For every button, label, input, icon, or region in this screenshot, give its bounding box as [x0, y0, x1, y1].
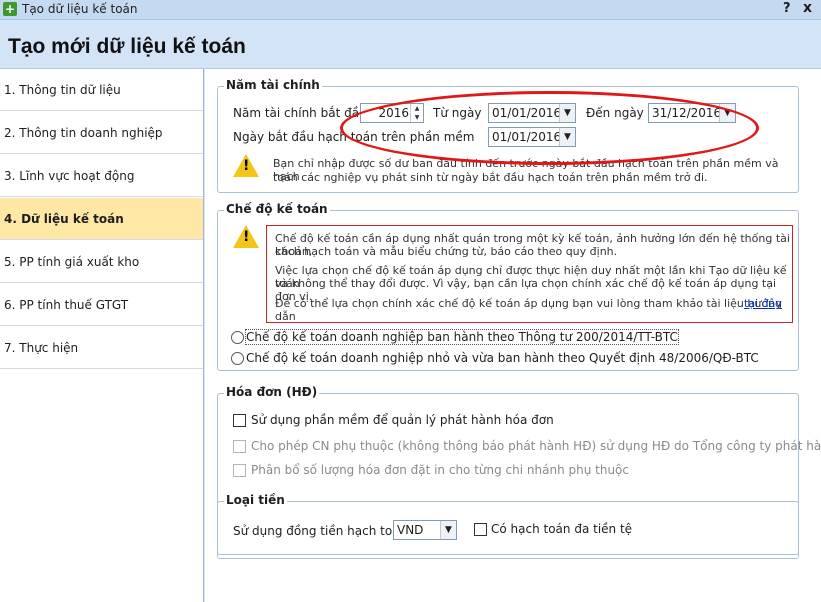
sidebar-item-company-info[interactable]: 2. Thông tin doanh nghiệp — [0, 112, 203, 154]
wizard-sidebar: 1. Thông tin dữ liệu 2. Thông tin doanh … — [0, 69, 204, 602]
accounting-regime-legend: Chế độ kế toán — [224, 202, 330, 216]
sidebar-item-vat-method[interactable]: 6. PP tính thuế GTGT — [0, 284, 203, 326]
guide-link[interactable]: tại đây — [744, 297, 782, 310]
regime-option-tt200[interactable]: Chế độ kế toán doanh nghiệp ban hành the… — [245, 329, 679, 345]
fiscal-year-legend: Năm tài chính — [224, 78, 322, 92]
currency-legend: Loại tiền — [224, 493, 287, 507]
multi-currency-label[interactable]: Có hạch toán đa tiền tệ — [491, 522, 632, 536]
currency-group: Loại tiền Sử dụng đồng tiền hạch toán VN… — [217, 493, 799, 559]
regime-radio-tt200[interactable] — [231, 331, 244, 344]
page-header: Tạo mới dữ liệu kế toán — [0, 20, 821, 69]
regime-warning-line2: cách hạch toán và mẫu biểu chứng từ, báo… — [275, 245, 618, 258]
multi-currency-checkbox[interactable] — [474, 523, 487, 536]
branch-invoice-checkbox[interactable] — [233, 440, 246, 453]
branch-invoice-label[interactable]: Cho phép CN phụ thuộc (không thông báo p… — [251, 439, 821, 453]
highlight-ellipse — [340, 91, 759, 165]
allocate-invoice-checkbox[interactable] — [233, 464, 246, 477]
window-titlebar: + Tạo dữ liệu kế toán ? x — [0, 0, 821, 20]
main-panel: Năm tài chính Năm tài chính bắt đầu 2016… — [205, 69, 821, 602]
invoice-legend: Hóa đơn (HĐ) — [224, 385, 320, 399]
regime-warning-line5: Để có thể lựa chọn chính xác chế độ kế t… — [275, 297, 782, 323]
plus-icon: + — [3, 2, 17, 16]
sidebar-item-accounting-data[interactable]: 4. Dữ liệu kế toán — [0, 198, 203, 240]
regime-option-qd48[interactable]: Chế độ kế toán doanh nghiệp nhỏ và vừa b… — [246, 351, 759, 365]
sidebar-item-cost-method[interactable]: 5. PP tính giá xuất kho — [0, 241, 203, 283]
currency-value: VND — [397, 523, 424, 537]
fiscal-note-line2: toán các nghiệp vụ phát sinh từ ngày bắt… — [273, 171, 708, 184]
page-title: Tạo mới dữ liệu kế toán — [8, 35, 246, 58]
sidebar-item-data-info[interactable]: 1. Thông tin dữ liệu — [0, 69, 203, 111]
sidebar-item-execute[interactable]: 7. Thực hiện — [0, 327, 203, 369]
warning-icon: ! — [233, 154, 259, 177]
regime-warning-box: Chế độ kế toán cần áp dụng nhất quán tro… — [266, 225, 793, 323]
allocate-invoice-label[interactable]: Phân bổ số lượng hóa đơn đặt in cho từng… — [251, 463, 629, 477]
accounting-regime-group: Chế độ kế toán ! Chế độ kế toán cần áp d… — [217, 202, 799, 371]
regime-radio-qd48[interactable] — [231, 352, 244, 365]
currency-label: Sử dụng đồng tiền hạch toán — [233, 524, 408, 538]
currency-select[interactable]: VND ▼ — [393, 520, 457, 540]
use-invoice-checkbox[interactable] — [233, 414, 246, 427]
use-invoice-label[interactable]: Sử dụng phần mềm để quản lý phát hành hó… — [251, 413, 554, 427]
sidebar-item-business-field[interactable]: 3. Lĩnh vực hoạt động — [0, 155, 203, 197]
warning-icon: ! — [233, 225, 259, 248]
chevron-down-icon[interactable]: ▼ — [440, 521, 456, 539]
help-button[interactable]: ? — [783, 1, 791, 16]
window-title: Tạo dữ liệu kế toán — [22, 2, 138, 16]
close-button[interactable]: x — [803, 0, 812, 16]
